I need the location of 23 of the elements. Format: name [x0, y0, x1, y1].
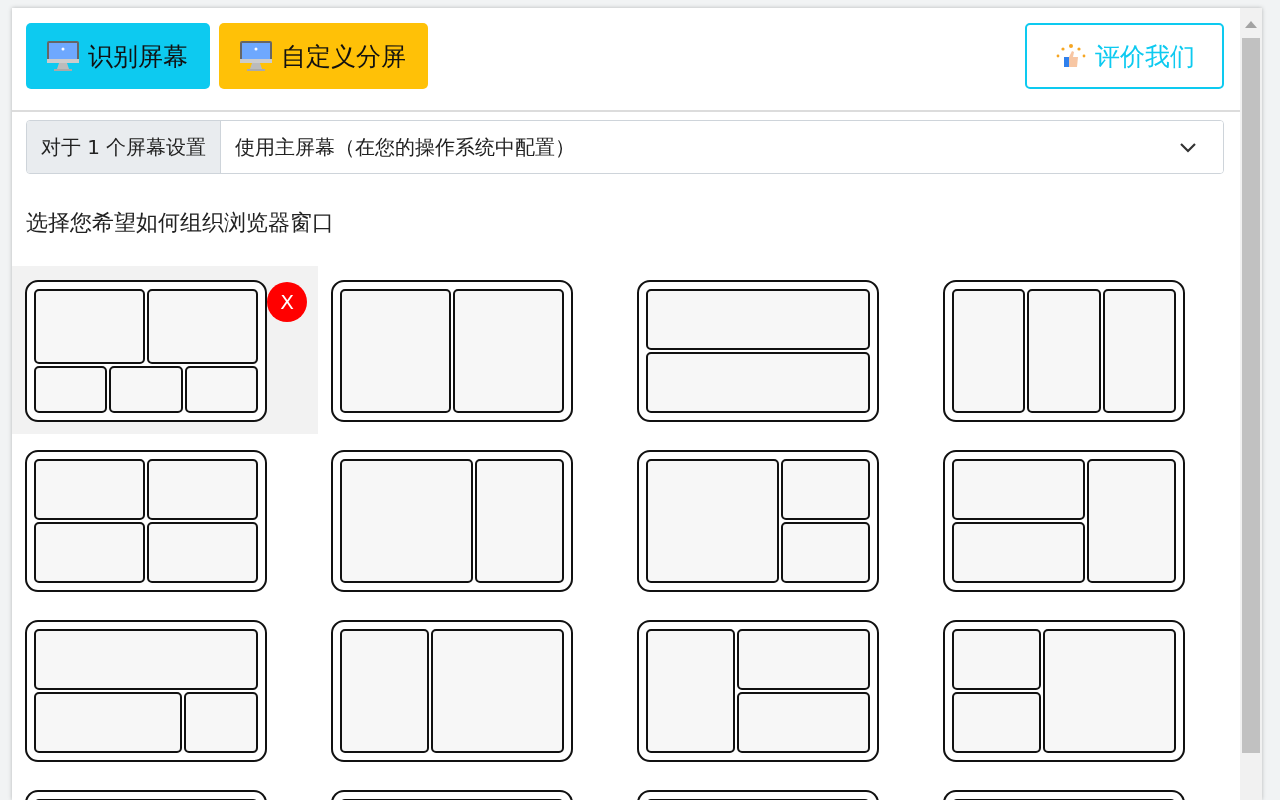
scroll-up-icon: [1245, 20, 1257, 28]
layout-option[interactable]: [331, 280, 573, 422]
layout-option[interactable]: [331, 620, 573, 762]
instruction-text: 选择您希望如何组织浏览器窗口: [26, 209, 335, 237]
layout-option[interactable]: [943, 450, 1185, 592]
layout-option[interactable]: [637, 450, 879, 592]
scrollbar-thumb[interactable]: [1242, 38, 1260, 753]
layout-option[interactable]: [25, 280, 267, 422]
layout-option-highlight[interactable]: X: [12, 266, 318, 434]
layout-option[interactable]: [637, 620, 879, 762]
layout-option[interactable]: [25, 620, 267, 762]
thumbs-up-stars-icon: [1054, 43, 1087, 69]
layout-option[interactable]: [637, 280, 879, 422]
layout-option[interactable]: [943, 280, 1185, 422]
monitor-icon: [46, 40, 80, 72]
toolbar-button[interactable]: 自定义分屏: [219, 23, 428, 89]
scrollbar[interactable]: [1240, 8, 1262, 800]
monitor-icon: [239, 40, 273, 72]
layout-option[interactable]: [25, 450, 267, 592]
remove-badge[interactable]: X: [267, 282, 307, 322]
toolbar-button[interactable]: 识别屏幕: [26, 23, 210, 89]
layout-option[interactable]: [943, 620, 1185, 762]
layout-option[interactable]: [331, 450, 573, 592]
